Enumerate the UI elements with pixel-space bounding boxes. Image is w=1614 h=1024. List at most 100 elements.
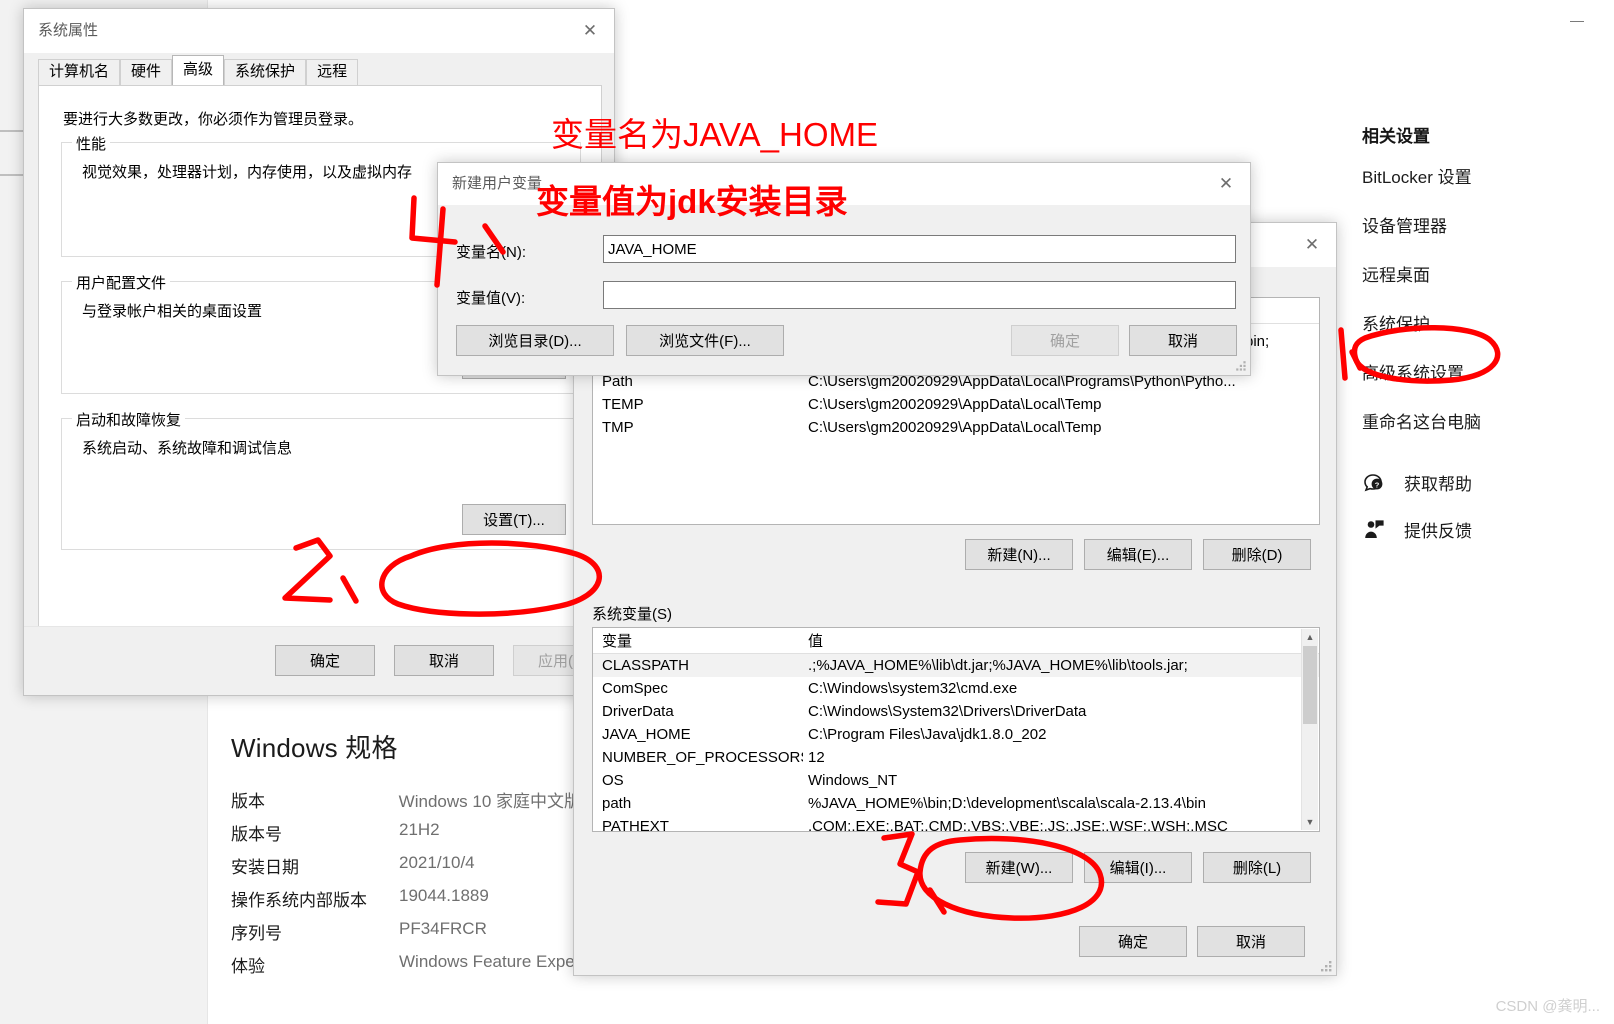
get-help-icon: ? bbox=[1362, 471, 1386, 495]
close-icon[interactable]: ✕ bbox=[566, 9, 614, 53]
system-col-variable: 变量 bbox=[602, 633, 633, 650]
help-section: ? 获取帮助 提供反馈 bbox=[1362, 470, 1614, 564]
tab-computer-name[interactable]: 计算机名 bbox=[38, 59, 121, 85]
table-row[interactable]: NUMBER_OF_PROCESSORS 12 bbox=[593, 746, 1319, 769]
browse-directory-button[interactable]: 浏览目录(D)... bbox=[456, 325, 614, 356]
tab-system-protection[interactable]: 系统保护 bbox=[224, 59, 307, 85]
resize-grip-icon[interactable] bbox=[1319, 959, 1333, 973]
table-row[interactable]: OS Windows_NT bbox=[593, 769, 1319, 792]
system-new-button[interactable]: 新建(W)... bbox=[965, 852, 1073, 883]
table-row[interactable]: path %JAVA_HOME%\bin;D:\development\scal… bbox=[593, 792, 1319, 815]
related-link-rename-pc[interactable]: 重命名这台电脑 bbox=[1362, 408, 1614, 433]
tab-advanced[interactable]: 高级 bbox=[172, 55, 225, 85]
spec-row: 版本 Windows 10 家庭中文版 bbox=[231, 787, 581, 812]
variable-name-label: 变量名(N): bbox=[456, 244, 526, 261]
cancel-button[interactable]: 取消 bbox=[394, 645, 494, 676]
table-row[interactable]: TEMP C:\Users\gm20020929\AppData\Local\T… bbox=[593, 393, 1319, 416]
related-link-device-manager[interactable]: 设备管理器 bbox=[1362, 212, 1614, 237]
table-row[interactable]: JAVA_HOME C:\Program Files\Java\jdk1.8.0… bbox=[593, 723, 1319, 746]
table-row[interactable]: DriverData C:\Windows\System32\Drivers\D… bbox=[593, 700, 1319, 723]
variable-value: C:\Windows\System32\Drivers\DriverData bbox=[808, 703, 1087, 720]
variable-value: .COM;.EXE;.BAT;.CMD;.VBS;.VBE;.JS;.JSE;.… bbox=[808, 818, 1228, 832]
variable-name: TEMP bbox=[602, 396, 644, 413]
variable-name-input-value: JAVA_HOME bbox=[608, 240, 697, 258]
user-new-button[interactable]: 新建(N)... bbox=[965, 539, 1073, 570]
admin-login-note: 要进行大多数更改，你必须作为管理员登录。 bbox=[63, 111, 364, 128]
system-properties-titlebar: 系统属性 ✕ bbox=[24, 9, 614, 53]
performance-description: 视觉效果，处理器计划，内存使用，以及虚拟内存 bbox=[82, 164, 413, 181]
close-icon[interactable]: ✕ bbox=[1288, 223, 1336, 267]
table-row[interactable]: CLASSPATH .;%JAVA_HOME%\lib\dt.jar;%JAVA… bbox=[593, 654, 1319, 677]
startup-recovery-settings-button[interactable]: 设置(T)... bbox=[462, 504, 566, 535]
scrollbar-thumb[interactable] bbox=[1303, 646, 1317, 724]
ok-button[interactable]: 确定 bbox=[275, 645, 375, 676]
system-variables-header: 变量 值 bbox=[593, 628, 1319, 654]
window-minimize-button[interactable] bbox=[1564, 12, 1590, 32]
annotation-variable-name-note: 变量名为JAVA_HOME bbox=[551, 116, 878, 153]
user-delete-button[interactable]: 删除(D) bbox=[1203, 539, 1311, 570]
startup-recovery-groupbox: 启动和故障恢复 系统启动、系统故障和调试信息 设置(T)... bbox=[61, 409, 581, 550]
related-link-remote-desktop[interactable]: 远程桌面 bbox=[1362, 261, 1614, 286]
variable-value: C:\Users\gm20020929\AppData\Local\Temp bbox=[808, 419, 1102, 436]
environment-ok-button[interactable]: 确定 bbox=[1079, 926, 1187, 957]
new-user-variable-title: 新建用户变量 bbox=[452, 175, 543, 192]
performance-legend: 性能 bbox=[72, 133, 111, 154]
spec-row: 安装日期 2021/10/4 bbox=[231, 853, 581, 878]
spec-key: 版本 bbox=[231, 792, 265, 811]
variable-value-input[interactable] bbox=[603, 281, 1236, 309]
variable-name-input[interactable]: JAVA_HOME bbox=[603, 235, 1236, 263]
tab-remote[interactable]: 远程 bbox=[306, 59, 359, 85]
system-edit-button[interactable]: 编辑(I)... bbox=[1084, 852, 1192, 883]
variable-value: 12 bbox=[808, 749, 825, 766]
resize-grip-icon[interactable] bbox=[1235, 360, 1247, 372]
give-feedback-row[interactable]: 提供反馈 bbox=[1362, 517, 1614, 542]
user-edit-button[interactable]: 编辑(E)... bbox=[1084, 539, 1192, 570]
table-row[interactable]: PATHEXT .COM;.EXE;.BAT;.CMD;.VBS;.VBE;.J… bbox=[593, 815, 1319, 832]
get-help-row[interactable]: ? 获取帮助 bbox=[1362, 470, 1614, 495]
system-properties-footer: 确定 取消 应用(A) bbox=[24, 626, 614, 695]
system-variables-list[interactable]: 变量 值 CLASSPATH .;%JAVA_HOME%\lib\dt.jar;… bbox=[592, 627, 1320, 832]
system-variables-scrollbar[interactable]: ▲ ▼ bbox=[1301, 629, 1318, 830]
annotation-variable-value-note: 变量值为jdk安装目录 bbox=[536, 183, 848, 220]
system-delete-button[interactable]: 删除(L) bbox=[1203, 852, 1311, 883]
spec-row: 体验 Windows Feature Expe bbox=[231, 952, 581, 977]
spec-value: Windows 10 家庭中文版 bbox=[398, 792, 581, 811]
scroll-up-icon[interactable]: ▲ bbox=[1302, 629, 1318, 645]
svg-text:?: ? bbox=[1375, 480, 1380, 489]
variable-value: C:\Users\gm20020929\AppData\Local\Temp bbox=[808, 396, 1102, 413]
browse-file-button[interactable]: 浏览文件(F)... bbox=[626, 325, 784, 356]
spec-key: 体验 bbox=[231, 957, 265, 976]
spec-key: 安装日期 bbox=[231, 858, 299, 877]
variable-name: TMP bbox=[602, 419, 634, 436]
new-variable-cancel-button[interactable]: 取消 bbox=[1129, 325, 1237, 356]
related-link-bitlocker[interactable]: BitLocker 设置 bbox=[1362, 163, 1614, 188]
spec-value: 2021/10/4 bbox=[399, 853, 475, 872]
give-feedback-label: 提供反馈 bbox=[1404, 522, 1472, 541]
variable-value: Windows_NT bbox=[808, 772, 898, 789]
system-properties-tabstrip: 计算机名 硬件 高级 系统保护 远程 bbox=[38, 55, 600, 85]
related-settings-section: 相关设置 BitLocker 设置 设备管理器 远程桌面 系统保护 高级系统设置… bbox=[1362, 122, 1614, 457]
related-link-advanced-system-settings[interactable]: 高级系统设置 bbox=[1362, 359, 1614, 384]
scroll-down-icon[interactable]: ▼ bbox=[1302, 814, 1318, 830]
startup-recovery-legend: 启动和故障恢复 bbox=[72, 409, 186, 430]
environment-cancel-button[interactable]: 取消 bbox=[1197, 926, 1305, 957]
variable-name: NUMBER_OF_PROCESSORS bbox=[602, 749, 803, 766]
table-row[interactable]: TMP C:\Users\gm20020929\AppData\Local\Te… bbox=[593, 416, 1319, 439]
table-row[interactable]: ComSpec C:\Windows\system32\cmd.exe bbox=[593, 677, 1319, 700]
variable-value: C:\Program Files\Java\jdk1.8.0_202 bbox=[808, 726, 1047, 743]
system-variables-label: 系统变量(S) bbox=[592, 606, 672, 623]
system-col-value: 值 bbox=[808, 633, 824, 650]
minimize-icon bbox=[1570, 21, 1584, 22]
spec-value: 19044.1889 bbox=[399, 886, 489, 905]
related-link-system-protection[interactable]: 系统保护 bbox=[1362, 310, 1614, 335]
user-profiles-legend: 用户配置文件 bbox=[72, 272, 171, 293]
give-feedback-icon bbox=[1362, 518, 1386, 542]
variable-value-label: 变量值(V): bbox=[456, 290, 526, 307]
close-icon[interactable]: ✕ bbox=[1202, 163, 1250, 205]
variable-name: CLASSPATH bbox=[602, 657, 689, 674]
system-properties-title: 系统属性 bbox=[38, 22, 99, 39]
variable-value: C:\Windows\system32\cmd.exe bbox=[808, 680, 1018, 697]
spec-row: 操作系统内部版本 19044.1889 bbox=[231, 886, 581, 911]
windows-spec-section: Windows 规格 版本 Windows 10 家庭中文版 版本号 21H2 … bbox=[231, 728, 581, 985]
tab-hardware[interactable]: 硬件 bbox=[120, 59, 173, 85]
